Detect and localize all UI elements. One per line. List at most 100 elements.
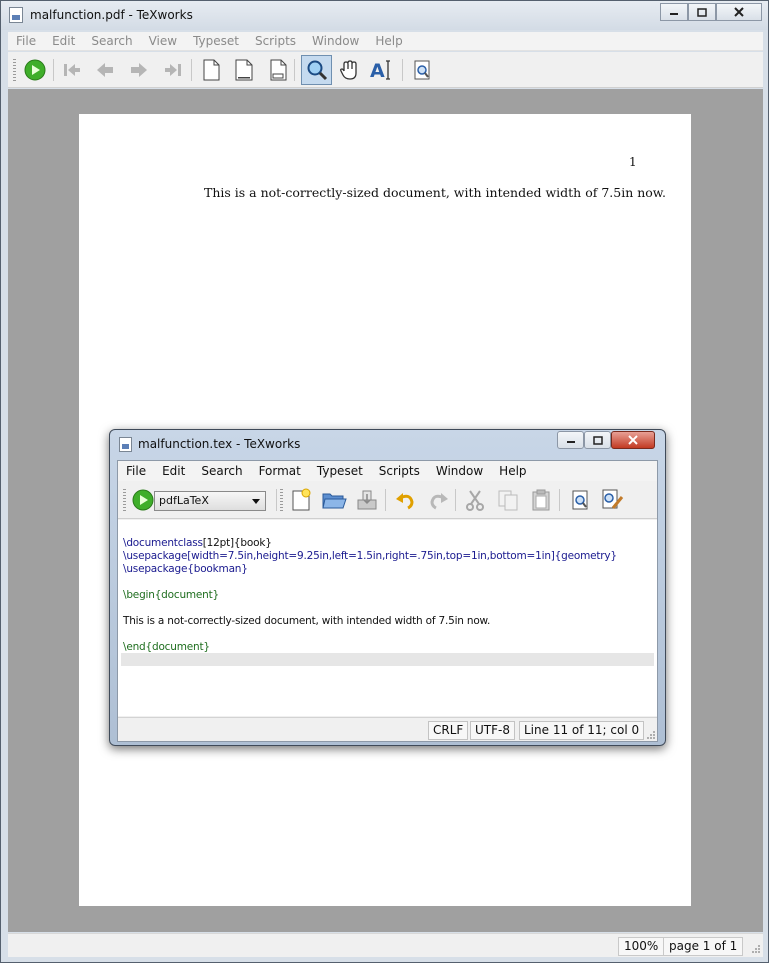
typeset-button[interactable] bbox=[22, 57, 48, 83]
actual-size-button[interactable] bbox=[198, 57, 224, 83]
last-page-button[interactable] bbox=[160, 57, 186, 83]
close-icon bbox=[628, 435, 638, 445]
save-icon bbox=[357, 490, 377, 510]
menu-scripts[interactable]: Scripts bbox=[371, 464, 428, 478]
editor-client-area: File Edit Search Format Typeset Scripts … bbox=[117, 460, 658, 742]
magnifier-icon bbox=[307, 60, 327, 81]
toolbar-separator bbox=[455, 489, 456, 511]
menu-scripts[interactable]: Scripts bbox=[247, 34, 304, 48]
menu-typeset[interactable]: Typeset bbox=[309, 464, 371, 478]
menu-help[interactable]: Help bbox=[491, 464, 534, 478]
find-replace-button[interactable] bbox=[599, 487, 625, 513]
redo-button[interactable] bbox=[425, 487, 451, 513]
toolbar-separator bbox=[191, 59, 192, 81]
maximize-button[interactable] bbox=[584, 431, 611, 449]
maximize-icon bbox=[592, 435, 603, 445]
actual-size-icon bbox=[203, 59, 220, 81]
new-document-button[interactable] bbox=[288, 487, 314, 513]
fit-window-button[interactable] bbox=[265, 57, 291, 83]
tex-option: [width=7.5in,height=9.25in,left=1.5in,ri… bbox=[187, 550, 555, 562]
typeset-button[interactable] bbox=[130, 487, 156, 513]
previous-page-button[interactable] bbox=[92, 57, 118, 83]
toolbar: pdfLaTeX bbox=[118, 482, 657, 519]
toolbar-separator bbox=[276, 489, 277, 511]
menu-view[interactable]: View bbox=[141, 34, 185, 48]
code-line: This is a not-correctly-sized document, … bbox=[123, 615, 491, 627]
next-page-button[interactable] bbox=[126, 57, 152, 83]
paste-icon bbox=[532, 489, 550, 511]
line-endings-indicator[interactable]: CRLF bbox=[428, 721, 469, 740]
open-folder-icon bbox=[322, 493, 347, 509]
select-text-button[interactable]: A bbox=[369, 57, 395, 83]
window-title: malfunction.pdf - TeXworks bbox=[30, 8, 193, 22]
zoom-level[interactable]: 100% bbox=[618, 937, 665, 956]
close-button[interactable] bbox=[611, 431, 655, 449]
menu-help[interactable]: Help bbox=[367, 34, 410, 48]
svg-text:A: A bbox=[370, 60, 385, 82]
undo-button[interactable] bbox=[393, 487, 419, 513]
paste-button[interactable] bbox=[528, 487, 554, 513]
copy-icon bbox=[498, 490, 518, 511]
next-page-icon bbox=[131, 63, 147, 77]
hand-scroll-button[interactable] bbox=[337, 57, 363, 83]
title-bar[interactable]: malfunction.pdf - TeXworks bbox=[1, 1, 768, 30]
close-icon bbox=[734, 7, 744, 17]
toolbar-grip[interactable] bbox=[13, 59, 16, 81]
menu-search[interactable]: Search bbox=[83, 34, 140, 48]
menu-file[interactable]: File bbox=[8, 34, 44, 48]
resize-grip-icon[interactable] bbox=[751, 944, 761, 954]
save-button[interactable] bbox=[354, 487, 380, 513]
tex-document-icon bbox=[119, 437, 132, 452]
menu-edit[interactable]: Edit bbox=[44, 34, 83, 48]
code-line: \end{document} bbox=[123, 641, 210, 653]
status-bar: CRLF UTF-8 Line 11 of 11; col 0 bbox=[118, 717, 657, 741]
encoding-indicator[interactable]: UTF-8 bbox=[470, 721, 515, 740]
toolbar-grip[interactable] bbox=[280, 489, 283, 511]
fit-width-icon bbox=[235, 59, 253, 81]
maximize-icon bbox=[697, 7, 707, 17]
magnifier-button[interactable] bbox=[301, 55, 332, 85]
tex-argument: {geometry} bbox=[554, 550, 617, 562]
fit-width-button[interactable] bbox=[231, 57, 257, 83]
typeset-icon bbox=[132, 489, 154, 511]
code-line: \usepackage{bookman} bbox=[123, 563, 248, 575]
toolbar-separator bbox=[559, 489, 560, 511]
cut-icon bbox=[466, 490, 484, 511]
menu-window[interactable]: Window bbox=[304, 34, 367, 48]
status-bar: 100% page 1 of 1 bbox=[8, 933, 763, 957]
open-button[interactable] bbox=[321, 487, 347, 513]
minimize-icon bbox=[670, 13, 678, 15]
close-button[interactable] bbox=[716, 3, 762, 21]
code-line: \usepackage[width=7.5in,height=9.25in,le… bbox=[123, 550, 617, 562]
minimize-button[interactable] bbox=[557, 431, 584, 449]
cut-button[interactable] bbox=[462, 487, 488, 513]
goto-preview-button[interactable] bbox=[567, 487, 593, 513]
tex-command: \documentclass bbox=[123, 537, 203, 549]
maximize-button[interactable] bbox=[688, 3, 716, 21]
first-page-button[interactable] bbox=[59, 57, 85, 83]
copy-button[interactable] bbox=[495, 487, 521, 513]
source-editor[interactable]: \documentclass[12pt]{book} \usepackage[w… bbox=[118, 520, 657, 716]
tex-command: \usepackage bbox=[123, 550, 188, 562]
minimize-button[interactable] bbox=[660, 3, 688, 21]
tex-argument: {bookman} bbox=[187, 563, 248, 575]
goto-preview-icon bbox=[572, 490, 588, 510]
typeset-engine-select[interactable]: pdfLaTeX bbox=[154, 491, 266, 511]
resize-grip-icon[interactable] bbox=[646, 730, 656, 740]
fit-window-icon bbox=[270, 59, 287, 81]
menu-file[interactable]: File bbox=[118, 464, 154, 478]
toolbar-separator bbox=[294, 59, 295, 81]
menu-edit[interactable]: Edit bbox=[154, 464, 193, 478]
toolbar-separator bbox=[402, 59, 403, 81]
toolbar-grip[interactable] bbox=[123, 489, 126, 511]
menu-search[interactable]: Search bbox=[193, 464, 250, 478]
menu-format[interactable]: Format bbox=[251, 464, 309, 478]
code-line: \begin{document} bbox=[123, 589, 220, 601]
chevron-down-icon bbox=[252, 499, 260, 504]
undo-icon bbox=[396, 493, 414, 510]
goto-source-button[interactable] bbox=[409, 57, 435, 83]
page-indicator[interactable]: page 1 of 1 bbox=[663, 937, 744, 956]
pdf-page-number: 1 bbox=[629, 155, 637, 169]
menu-window[interactable]: Window bbox=[428, 464, 491, 478]
menu-typeset[interactable]: Typeset bbox=[185, 34, 247, 48]
